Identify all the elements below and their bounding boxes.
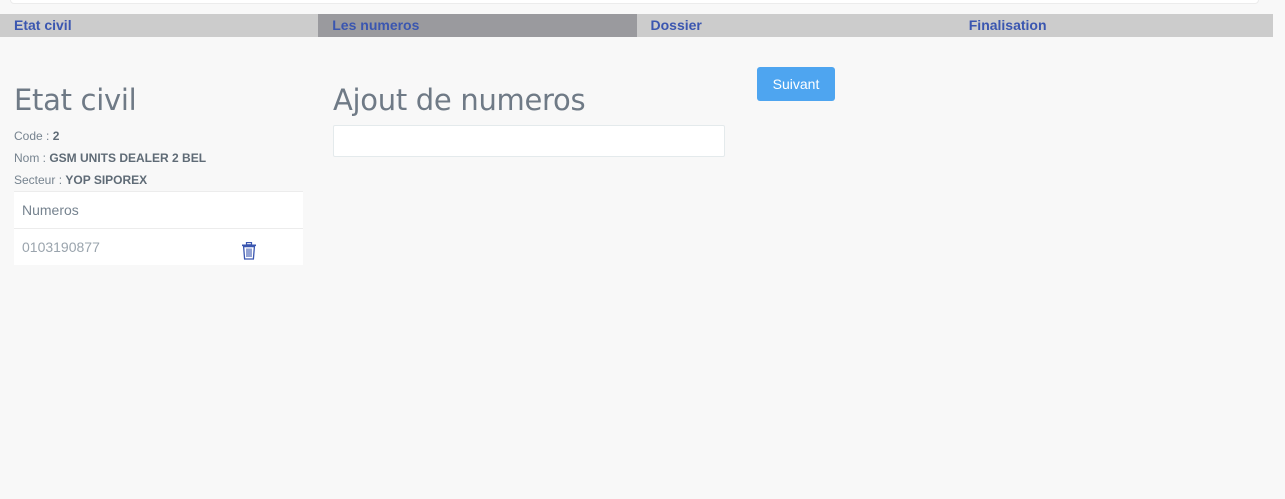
step-dossier[interactable]: Dossier — [636, 14, 955, 37]
etat-civil-info: Code : 2 Nom : GSM UNITS DEALER 2 BEL Se… — [14, 125, 303, 191]
trash-icon[interactable] — [241, 237, 257, 260]
top-card — [10, 0, 1259, 4]
secteur-line: Secteur : YOP SIPOREX — [14, 169, 303, 191]
ajout-numeros-panel: Ajout de numeros — [333, 82, 725, 157]
etat-civil-panel: Etat civil Code : 2 Nom : GSM UNITS DEAL… — [14, 82, 303, 265]
etat-civil-title: Etat civil — [14, 83, 137, 117]
nom-value: GSM UNITS DEALER 2 BEL — [49, 151, 207, 165]
phone-number: 0103190877 — [22, 239, 100, 255]
numeros-table: Numeros 0103190877 — [14, 191, 303, 265]
code-label: Code : — [14, 129, 53, 143]
numero-input[interactable] — [333, 125, 725, 157]
step-etat-civil[interactable]: Etat civil — [0, 14, 319, 37]
code-line: Code : 2 — [14, 125, 303, 147]
code-value: 2 — [52, 129, 60, 143]
ajout-title: Ajout de numeros — [333, 83, 586, 117]
secteur-label: Secteur : — [14, 173, 66, 187]
nom-label: Nom : — [14, 151, 50, 165]
secteur-value: YOP SIPOREX — [65, 173, 148, 187]
nom-line: Nom : GSM UNITS DEALER 2 BEL — [14, 147, 303, 169]
next-button[interactable]: Suivant — [757, 67, 835, 101]
table-row: 0103190877 — [14, 229, 303, 265]
step-les-numeros[interactable]: Les numeros — [318, 14, 637, 37]
wizard-steps: Etat civil Les numeros Dossier Finalisat… — [0, 14, 1273, 37]
numeros-table-header: Numeros — [14, 192, 303, 229]
step-finalisation[interactable]: Finalisation — [954, 14, 1273, 37]
